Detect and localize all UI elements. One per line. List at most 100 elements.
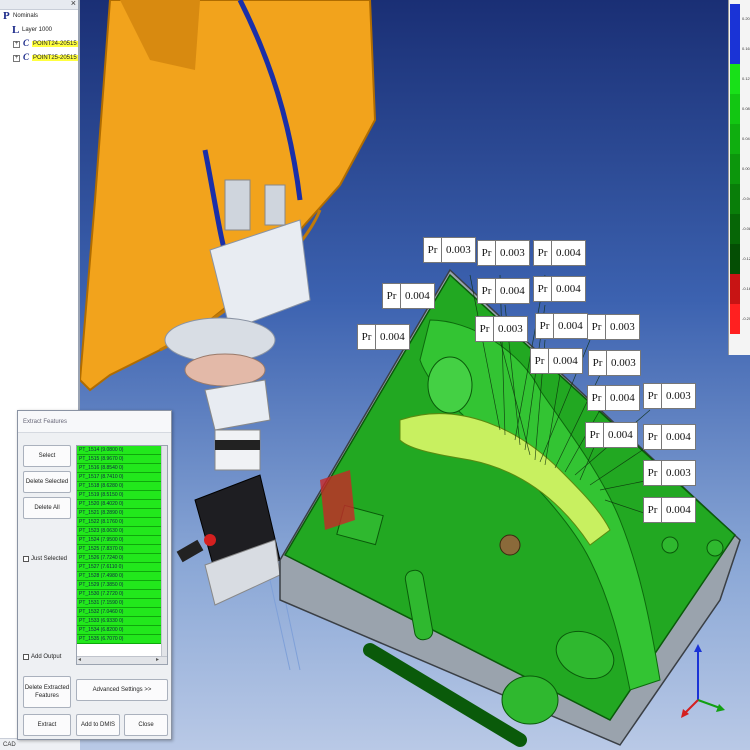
feature-list-item[interactable]: PT_1522 (8.1760 0) xyxy=(77,518,161,527)
feature-list-item[interactable]: PT_1529 (7.3850 0) xyxy=(77,581,161,590)
callout-12[interactable]: Pr 0.003 xyxy=(588,350,641,376)
callout-value: 0.004 xyxy=(610,392,635,404)
robot-bracket-1 xyxy=(224,179,251,231)
list-horizontal-scrollbar[interactable]: ◂ ▸ xyxy=(77,656,167,664)
add-output-checkbox[interactable]: Add Output xyxy=(23,654,61,660)
feature-list-item[interactable]: PT_1521 (8.2890 0) xyxy=(77,509,161,518)
callout-value: 0.003 xyxy=(610,321,635,333)
tree-item-label: POINT25-20515 xyxy=(32,55,78,61)
feature-list[interactable]: PT_1514 (9.0800 0) PT_1515 (8.9670 0) PT_1… xyxy=(76,445,168,665)
extract-button[interactable]: Extract xyxy=(23,714,71,736)
color-scale-tick: 0.00 xyxy=(742,166,750,171)
callout-16[interactable]: Pr 0.004 xyxy=(643,424,696,450)
select-button[interactable]: Select xyxy=(23,445,71,467)
robot-bracket-2 xyxy=(264,184,286,226)
feature-list-item[interactable]: PT_1514 (9.0800 0) xyxy=(77,446,161,455)
axis-y xyxy=(697,699,721,709)
tree-close-button[interactable]: × xyxy=(71,0,76,8)
callout-6[interactable]: Pr 0.004 xyxy=(533,276,586,302)
tree-root-label: Nominals xyxy=(13,13,39,19)
callout-10[interactable]: Pr 0.003 xyxy=(587,314,640,340)
feature-list-item[interactable]: PT_1532 (7.0460 0) xyxy=(77,608,161,617)
color-scale-tick: 0.08 xyxy=(742,106,750,111)
feature-list-item[interactable]: PT_1517 (8.7410 0) xyxy=(77,473,161,482)
advanced-settings-button[interactable]: Advanced Settings >> xyxy=(76,679,168,701)
add-output-label: Add Output xyxy=(31,654,62,660)
color-scale-tick: -0.12 xyxy=(742,256,750,261)
color-scale-segment xyxy=(730,214,740,244)
scroll-right-icon[interactable]: ▸ xyxy=(156,656,159,663)
delete-selected-button[interactable]: Delete Selected xyxy=(23,471,71,493)
feature-list-item[interactable]: PT_1534 (6.8200 0) xyxy=(77,626,161,635)
tree-item-2[interactable]: + C POINT25-20515 xyxy=(0,52,78,66)
just-selected-checkbox[interactable]: Just Selected xyxy=(23,556,67,562)
nominals-icon: P xyxy=(3,10,10,22)
add-to-dmis-button[interactable]: Add to DMIS xyxy=(76,714,120,736)
callout-15[interactable]: Pr 0.004 xyxy=(585,422,638,448)
delete-all-button[interactable]: Delete All xyxy=(23,497,71,519)
scanner-light xyxy=(204,534,216,546)
scroll-left-icon[interactable]: ◂ xyxy=(78,656,81,663)
feature-list-item[interactable]: PT_1531 (7.1590 0) xyxy=(77,599,161,608)
feature-list-item[interactable]: PT_1535 (6.7070 0) xyxy=(77,635,161,644)
callout-prefix: Pr xyxy=(588,315,606,339)
list-vertical-scrollbar[interactable] xyxy=(161,446,167,656)
callout-value: 0.004 xyxy=(666,431,691,443)
callout-4[interactable]: Pr 0.004 xyxy=(382,283,435,309)
color-scale-tick: -0.08 xyxy=(742,226,750,231)
feature-list-item[interactable]: PT_1527 (7.6110 0) xyxy=(77,563,161,572)
feature-list-item[interactable]: PT_1519 (8.5150 0) xyxy=(77,491,161,500)
feature-list-item[interactable]: PT_1523 (8.0630 0) xyxy=(77,527,161,536)
close-button[interactable]: Close xyxy=(124,714,168,736)
delete-extracted-features-button[interactable]: Delete Extracted Features xyxy=(23,676,71,708)
callout-prefix: Pr xyxy=(476,317,494,341)
tree-item-1[interactable]: + C POINT24-20515 xyxy=(0,38,78,52)
probe-band xyxy=(215,440,260,450)
feature-items: PT_1514 (9.0800 0) PT_1515 (8.9670 0) PT_1… xyxy=(77,446,167,644)
callout-3[interactable]: Pr 0.004 xyxy=(533,240,586,266)
callout-5[interactable]: Pr 0.004 xyxy=(477,278,530,304)
feature-list-item[interactable]: PT_1518 (8.6280 0) xyxy=(77,482,161,491)
callout-value: 0.004 xyxy=(666,504,691,516)
callout-prefix: Pr xyxy=(531,349,549,373)
checkbox-box[interactable] xyxy=(23,654,29,660)
callout-value: 0.004 xyxy=(556,247,581,259)
tree-item-label: POINT24-20515 xyxy=(32,41,78,47)
callout-11[interactable]: Pr 0.004 xyxy=(530,348,583,374)
feature-list-item[interactable]: PT_1525 (7.8370 0) xyxy=(77,545,161,554)
feature-list-item[interactable]: PT_1528 (7.4980 0) xyxy=(77,572,161,581)
tree-root-nominals[interactable]: P Nominals xyxy=(0,10,78,24)
callout-18[interactable]: Pr 0.004 xyxy=(643,497,696,523)
feature-list-item[interactable]: PT_1526 (7.7240 0) xyxy=(77,554,161,563)
color-scale-segment xyxy=(730,244,740,274)
color-scale-tick: 0.04 xyxy=(742,136,750,141)
part-pocket-1 xyxy=(427,356,473,414)
color-scale-segment xyxy=(730,34,740,64)
checkbox-box[interactable] xyxy=(23,556,29,562)
expand-icon[interactable]: + xyxy=(13,41,20,48)
callout-value: 0.003 xyxy=(498,323,523,335)
expand-icon[interactable]: + xyxy=(13,55,20,62)
callout-13[interactable]: Pr 0.004 xyxy=(587,385,640,411)
part-hole-2 xyxy=(706,539,724,557)
callout-1[interactable]: Pr 0.003 xyxy=(423,237,476,263)
callout-14[interactable]: Pr 0.003 xyxy=(643,383,696,409)
feature-list-item[interactable]: PT_1530 (7.2720 0) xyxy=(77,590,161,599)
feature-list-item[interactable]: PT_1533 (6.9330 0) xyxy=(77,617,161,626)
callout-prefix: Pr xyxy=(536,314,554,338)
callout-9[interactable]: Pr 0.004 xyxy=(357,324,410,350)
feature-list-item[interactable]: PT_1516 (8.8540 0) xyxy=(77,464,161,473)
callout-prefix: Pr xyxy=(644,425,662,449)
feature-list-item[interactable]: PT_1524 (7.9500 0) xyxy=(77,536,161,545)
callout-8[interactable]: Pr 0.004 xyxy=(535,313,588,339)
feature-list-item[interactable]: PT_1515 (8.9670 0) xyxy=(77,455,161,464)
scanner-connector xyxy=(176,539,204,563)
curve-icon: C xyxy=(23,52,30,62)
tree-title-bar: × xyxy=(0,0,78,10)
tree-layer-row[interactable]: L Layer 1000 xyxy=(0,24,78,38)
feature-list-item[interactable]: PT_1520 (8.4020 0) xyxy=(77,500,161,509)
color-scale-segment xyxy=(730,184,740,214)
callout-2[interactable]: Pr 0.003 xyxy=(477,240,530,266)
callout-7[interactable]: Pr 0.003 xyxy=(475,316,528,342)
callout-17[interactable]: Pr 0.003 xyxy=(643,460,696,486)
